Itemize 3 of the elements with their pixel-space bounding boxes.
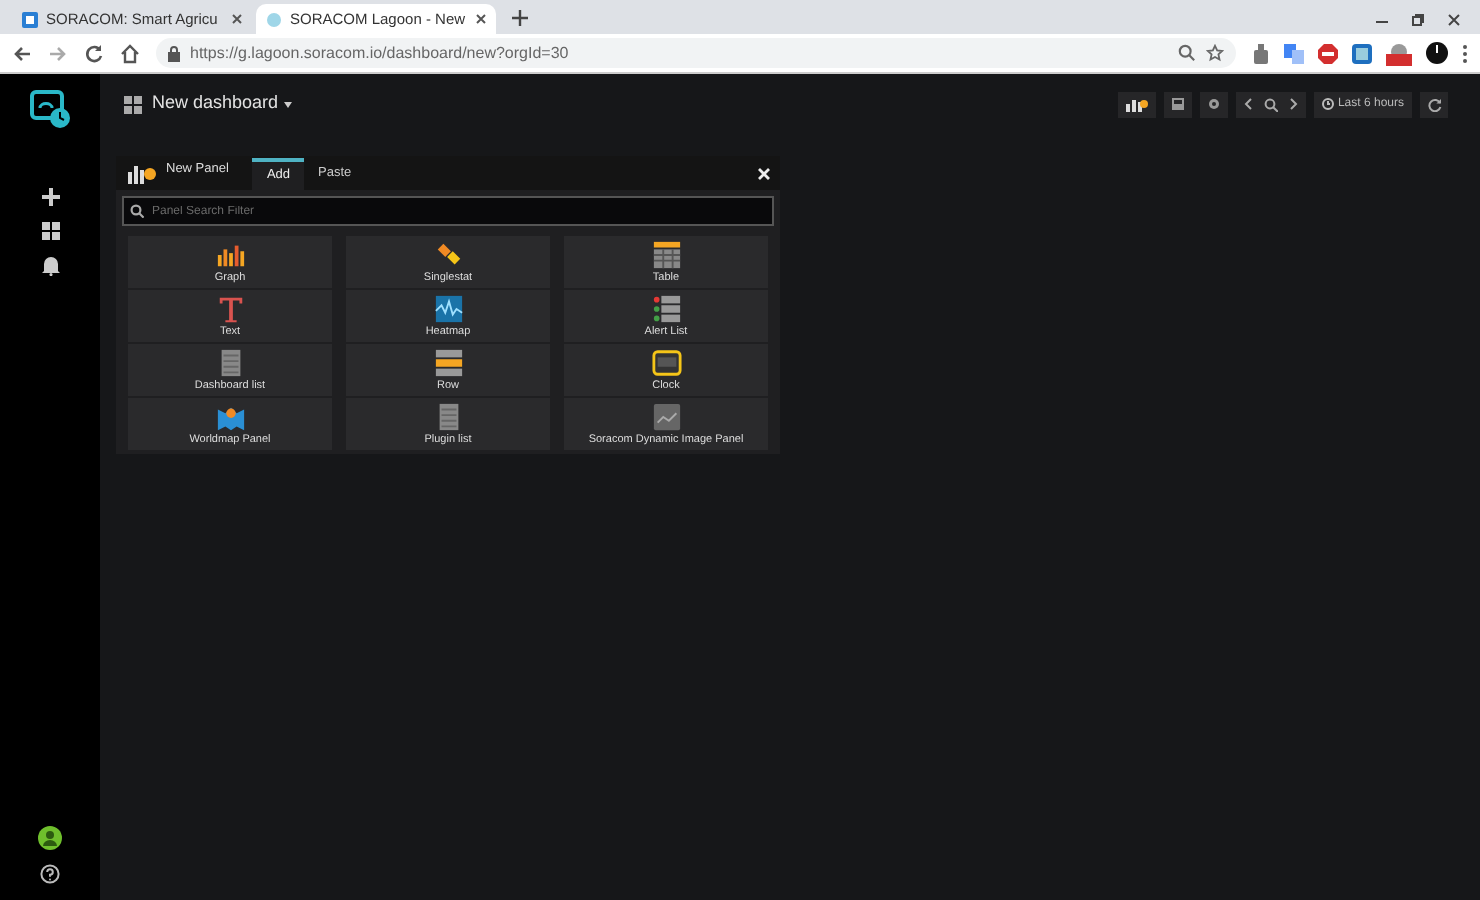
dashboard-title[interactable]: New dashboard xyxy=(152,90,293,118)
address-bar[interactable]: https://g.lagoon.soracom.io/dashboard/new?orgId=30 xyxy=(156,38,1236,68)
url-text: https://g.lagoon.soracom.io/dashboard/new?orgId=30 xyxy=(190,41,571,65)
